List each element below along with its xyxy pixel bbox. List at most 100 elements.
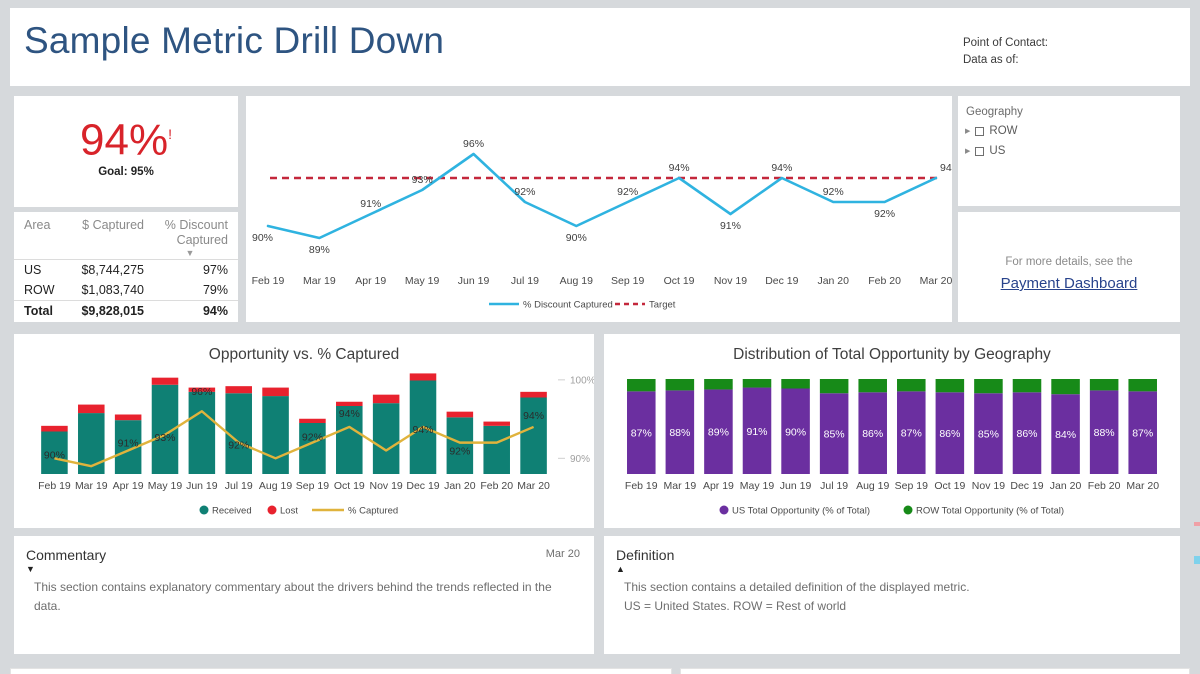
bar-lost[interactable]	[225, 386, 252, 394]
chart-label: Apr 19	[703, 480, 734, 492]
bar-lost[interactable]	[151, 377, 179, 385]
bar-row-share[interactable]	[974, 379, 1003, 394]
bar-lost[interactable]	[446, 411, 474, 418]
slicer-item-us[interactable]: ▶ US	[965, 145, 1005, 157]
chart-title: Distribution of Total Opportunity by Geo…	[733, 346, 1051, 363]
clipped-edge-fragment	[1194, 522, 1200, 526]
bar-lost[interactable]	[299, 418, 326, 423]
bar-row-share[interactable]	[935, 379, 965, 393]
chart-label: Mar 19	[664, 480, 697, 492]
cell-total-label: Total	[14, 300, 64, 321]
bar-row-share[interactable]	[1012, 379, 1042, 393]
chart-label: Jun 19	[780, 480, 812, 492]
kpi-number: 94%	[80, 115, 169, 165]
table-row[interactable]: US $8,744,275 97%	[14, 259, 238, 280]
checkbox-icon[interactable]	[975, 146, 985, 156]
collapse-caret-up-icon[interactable]: ▲	[616, 565, 625, 574]
chart-label: Lost	[280, 506, 298, 517]
chart-label: 89%	[81, 491, 102, 503]
bar-lost[interactable]	[409, 373, 437, 381]
definition-body: This section contains a detailed definit…	[624, 578, 1164, 616]
payment-dashboard-link[interactable]: Payment Dashboard	[958, 275, 1180, 292]
chart-label: 94%	[771, 162, 792, 174]
kpi-card[interactable]: 94%! Goal: 95%	[14, 96, 238, 207]
bar-row-share[interactable]	[704, 379, 733, 390]
chart-label: Mar 20	[920, 275, 952, 287]
bar-row-share[interactable]	[627, 379, 656, 392]
bar-row-share[interactable]	[1051, 379, 1080, 395]
bar-row-share[interactable]	[1128, 379, 1157, 392]
checkbox-icon[interactable]	[975, 126, 985, 136]
slicer-item-label: ROW	[989, 125, 1018, 137]
bar-received[interactable]	[188, 391, 216, 474]
expand-caret-icon[interactable]: ▶	[965, 148, 970, 155]
chart-title: Opportunity vs. % Captured	[208, 346, 400, 363]
bar-row-share[interactable]	[858, 379, 887, 393]
chart-label: 86%	[1016, 428, 1037, 440]
commentary-body: This section contains explanatory commen…	[34, 580, 552, 613]
column-header-area[interactable]: Area	[14, 212, 64, 260]
chart-label: 88%	[669, 427, 690, 439]
chart-label: Jan 20	[444, 480, 476, 492]
table-total-row: Total $9,828,015 94%	[14, 300, 238, 321]
chart-label: 94%	[669, 162, 690, 174]
chart-label: Nov 19	[714, 275, 747, 287]
chart-label: 92%	[617, 186, 638, 198]
discount-captured-trend-chart[interactable]: 90% 89% 91% 93% 96% 92% 90% 92% 94% 91% 94% 92% 92% 9…	[246, 96, 952, 322]
slicer-item-row[interactable]: ▶ ROW	[965, 125, 1018, 137]
bar-received[interactable]	[372, 403, 400, 474]
chart-label: 87%	[631, 428, 652, 440]
chart-label: 93%	[412, 174, 433, 186]
chart-label: Feb 20	[1088, 480, 1121, 492]
chart-label: Jan 20	[1050, 480, 1082, 492]
expand-caret-icon[interactable]: ▶	[965, 128, 970, 135]
bar-lost[interactable]	[114, 414, 142, 421]
bar-row-share[interactable]	[742, 379, 772, 388]
geography-slicer[interactable]: Geography ▶ ROW ▶ US	[958, 96, 1180, 206]
chart-label: Sep 19	[611, 275, 644, 287]
bar-row-share[interactable]	[897, 379, 926, 392]
table-row[interactable]: ROW $1,083,740 79%	[14, 280, 238, 301]
chart-label: Dec 19	[1010, 480, 1043, 492]
sort-descending-icon[interactable]: ▼	[152, 249, 228, 258]
chart-label: Aug 19	[560, 275, 593, 287]
legend-swatch-received	[199, 505, 209, 515]
chart-label: 91%	[720, 220, 741, 232]
collapse-caret-down-icon[interactable]: ▼	[26, 565, 35, 574]
chart-label: Nov 19	[972, 480, 1005, 492]
clipped-bottom-strip	[0, 664, 1200, 674]
bar-row-share[interactable]	[1089, 379, 1119, 391]
column-header-captured[interactable]: $ Captured	[64, 212, 148, 260]
bar-lost[interactable]	[336, 401, 363, 406]
clipped-edge-fragment	[1194, 556, 1200, 564]
bar-lost[interactable]	[262, 387, 289, 397]
legend-swatch-row-opportunity	[903, 505, 913, 515]
bar-lost[interactable]	[520, 391, 547, 398]
bar-lost[interactable]	[372, 394, 400, 404]
bar-row-share[interactable]	[665, 379, 695, 391]
bar-received[interactable]	[483, 425, 510, 474]
page-title: Sample Metric Drill Down	[24, 20, 445, 61]
bar-received[interactable]	[262, 396, 289, 474]
column-header-discount-captured[interactable]: % Discount Captured ▼	[148, 212, 238, 260]
chart-label: 96%	[191, 386, 212, 398]
bar-row-share[interactable]	[819, 379, 849, 394]
cell-captured: $1,083,740	[81, 283, 144, 297]
bar-row-share[interactable]	[781, 379, 810, 389]
commentary-panel: Commentary ▼ Mar 20 This section contain…	[14, 536, 594, 654]
bar-lost[interactable]	[78, 404, 105, 414]
chart-label: Feb 19	[38, 480, 71, 492]
chart-label: Feb 20	[868, 275, 901, 287]
cell-discount: 97%	[148, 259, 238, 280]
bar-lost[interactable]	[41, 425, 68, 432]
chart-label: Jul 19	[511, 275, 539, 287]
slicer-item-label: US	[989, 145, 1006, 157]
chart-label: 94%	[412, 424, 433, 436]
bar-lost[interactable]	[483, 421, 510, 426]
data-as-of-label: Data as of:	[962, 54, 1019, 66]
distribution-by-geography-chart[interactable]: Distribution of Total Opportunity by Geo…	[604, 334, 1180, 528]
chart-label: Aug 19	[259, 480, 292, 492]
chart-label: % Discount Captured	[523, 300, 613, 311]
opportunity-vs-captured-chart[interactable]: Opportunity vs. % Captured 100% 90% 90% 89%…	[14, 334, 596, 528]
area-summary-table-card[interactable]: Area $ Captured % Discount Captured ▼ US…	[14, 212, 238, 322]
